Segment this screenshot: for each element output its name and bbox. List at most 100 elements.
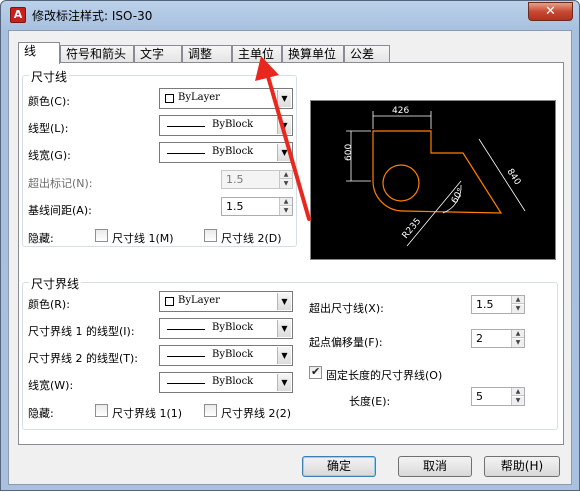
- ext-linetype1-value: ByBlock: [212, 322, 254, 333]
- suppress-ext-line-2-checkbox[interactable]: [204, 404, 217, 417]
- ext-lineweight-value: ByBlock: [212, 376, 254, 387]
- fixed-length-label[interactable]: 固定长度的尺寸界线(O): [326, 367, 442, 383]
- suppress-ext-line-2-label[interactable]: 尺寸界线 2(2): [221, 405, 291, 421]
- extend-beyond-dim-value: 1.5: [476, 298, 494, 311]
- extend-beyond-ticks-spinner[interactable]: 1.5 ▲ ▼: [221, 170, 293, 189]
- ext-linetype1-label: 尺寸界线 1 的线型(I):: [28, 325, 135, 338]
- ext-linetype1-select[interactable]: ByBlock ▼: [159, 318, 293, 339]
- tab-primary-units[interactable]: 主单位: [232, 45, 282, 63]
- origin-offset-value: 2: [476, 332, 483, 345]
- chevron-down-icon: ▼: [277, 320, 291, 337]
- title-bar[interactable]: A 修改标注样式: ISO-30 ✕: [1, 1, 579, 29]
- dim-text-radius: R235: [401, 217, 424, 241]
- line-sample: [167, 126, 205, 127]
- suppress-dim-line-2-label[interactable]: 尺寸线 2(D): [221, 230, 282, 246]
- line-sample: [167, 153, 205, 154]
- ext-lineweight-select[interactable]: ByBlock ▼: [159, 372, 293, 393]
- chevron-down-icon: ▼: [277, 117, 291, 134]
- ok-button[interactable]: 确定: [302, 456, 376, 477]
- dim-lineweight-label: 线宽(G):: [28, 149, 71, 162]
- length-value: 5: [476, 390, 483, 403]
- ext-lineweight-label: 线宽(W):: [28, 379, 74, 392]
- spin-down-icon[interactable]: ▼: [512, 305, 524, 313]
- dim-color-value: ByLayer: [178, 92, 220, 103]
- spinner-buttons: ▲ ▼: [511, 330, 524, 347]
- dimension-lines-group-title: 尺寸线: [29, 68, 70, 85]
- chevron-down-icon: ▼: [277, 144, 291, 161]
- extend-beyond-dim-spinner[interactable]: 1.5 ▲ ▼: [471, 295, 525, 314]
- dim-suppress-label: 隐藏:: [28, 232, 54, 245]
- extension-lines-group-title: 尺寸界线: [29, 275, 82, 292]
- suppress-dim-line-1-label[interactable]: 尺寸线 1(M): [112, 230, 174, 246]
- tab-alternate-units[interactable]: 换算单位: [282, 45, 344, 63]
- spin-up-icon[interactable]: ▲: [280, 198, 292, 206]
- ext-color-select[interactable]: ByLayer ▼: [159, 291, 293, 312]
- tab-fit[interactable]: 调整: [182, 45, 232, 63]
- preview-drawing: 426 600 840 60° R235: [344, 106, 526, 247]
- origin-offset-label: 起点偏移量(F):: [309, 336, 383, 349]
- dim-text-angle: 60°: [450, 187, 467, 206]
- dim-text-right: 840: [504, 167, 522, 187]
- ext-color-label: 颜色(R):: [28, 298, 70, 311]
- spin-down-icon[interactable]: ▼: [280, 180, 292, 188]
- dialog-window: A 修改标注样式: ISO-30 ✕ 线 符号和箭头 文字 调整 主单位 换算单…: [0, 0, 580, 491]
- dim-line-radius: [406, 180, 462, 247]
- extension-lines-group: 尺寸界线 颜色(R): ByLayer ▼ 尺寸界线 1 的线型(I): ByB…: [22, 275, 558, 430]
- spin-up-icon[interactable]: ▲: [512, 330, 524, 338]
- spin-down-icon[interactable]: ▼: [280, 207, 292, 215]
- spin-up-icon[interactable]: ▲: [280, 171, 292, 179]
- tab-panel-lines: 尺寸线 颜色(C): ByLayer ▼ 线型(L): ByBlock ▼ 线宽…: [18, 62, 564, 445]
- help-button[interactable]: 帮助(H): [484, 456, 560, 477]
- dim-linetype-label: 线型(L):: [28, 122, 69, 135]
- chevron-down-icon: ▼: [277, 90, 291, 107]
- fixed-length-checkbox[interactable]: [309, 365, 322, 379]
- dim-linetype-select[interactable]: ByBlock ▼: [159, 115, 293, 136]
- chevron-down-icon: ▼: [277, 374, 291, 391]
- baseline-spacing-value: 1.5: [226, 200, 244, 213]
- ext-linetype2-select[interactable]: ByBlock ▼: [159, 345, 293, 366]
- origin-offset-spinner[interactable]: 2 ▲ ▼: [471, 329, 525, 348]
- part-hole: [382, 164, 420, 202]
- color-swatch: [165, 94, 174, 103]
- baseline-spacing-label: 基线间距(A):: [28, 204, 92, 217]
- close-button[interactable]: ✕: [528, 2, 573, 21]
- color-swatch: [165, 297, 174, 306]
- length-spinner[interactable]: 5 ▲ ▼: [471, 387, 525, 406]
- dim-text-top: 426: [392, 106, 409, 116]
- dim-linetype-value: ByBlock: [212, 119, 254, 130]
- suppress-dim-line-2-checkbox[interactable]: [204, 229, 217, 242]
- tab-symbols-arrows[interactable]: 符号和箭头: [60, 45, 134, 63]
- spin-down-icon[interactable]: ▼: [512, 397, 524, 405]
- length-label: 长度(E):: [349, 395, 391, 408]
- extend-beyond-dim-label: 超出尺寸线(X):: [309, 302, 384, 315]
- suppress-dim-line-1-checkbox[interactable]: [95, 229, 108, 242]
- suppress-ext-line-1-label[interactable]: 尺寸界线 1(1): [112, 405, 182, 421]
- preview-panel: 426 600 840 60° R235: [310, 100, 556, 260]
- dimension-lines-group: 尺寸线 颜色(C): ByLayer ▼ 线型(L): ByBlock ▼ 线宽…: [22, 68, 297, 247]
- spin-up-icon[interactable]: ▲: [512, 296, 524, 304]
- cancel-button[interactable]: 取消: [398, 456, 472, 477]
- dim-color-label: 颜色(C):: [28, 95, 70, 108]
- tab-lines[interactable]: 线: [18, 42, 60, 64]
- dialog-title: 修改标注样式: ISO-30: [32, 9, 153, 23]
- ext-linetype2-value: ByBlock: [212, 349, 254, 360]
- spin-down-icon[interactable]: ▼: [512, 339, 524, 347]
- extend-beyond-ticks-label: 超出标记(N):: [28, 177, 93, 190]
- preview-dimensions: 426 600 840 60° R235: [344, 106, 526, 247]
- baseline-spacing-spinner[interactable]: 1.5 ▲ ▼: [221, 197, 293, 216]
- dim-text-left: 600: [344, 144, 354, 161]
- dim-lineweight-select[interactable]: ByBlock ▼: [159, 142, 293, 163]
- dim-color-select[interactable]: ByLayer ▼: [159, 88, 293, 109]
- chevron-down-icon: ▼: [277, 293, 291, 310]
- spinner-buttons: ▲ ▼: [511, 388, 524, 405]
- extend-beyond-ticks-value: 1.5: [226, 173, 244, 186]
- spinner-buttons: ▲ ▼: [279, 171, 292, 188]
- line-sample: [167, 356, 205, 357]
- tab-text[interactable]: 文字: [134, 45, 182, 63]
- line-sample: [167, 383, 205, 384]
- line-sample: [167, 329, 205, 330]
- ext-suppress-label: 隐藏:: [28, 407, 54, 420]
- tab-tolerances[interactable]: 公差: [344, 45, 390, 63]
- spin-up-icon[interactable]: ▲: [512, 388, 524, 396]
- suppress-ext-line-1-checkbox[interactable]: [95, 404, 108, 417]
